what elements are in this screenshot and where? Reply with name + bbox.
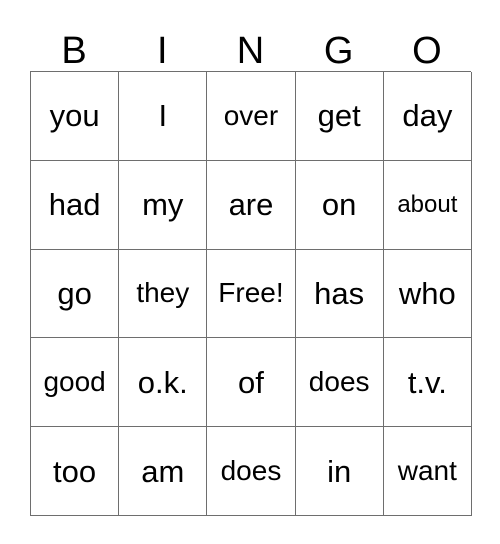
bingo-cell[interactable]: of bbox=[207, 338, 296, 428]
bingo-cell-label: had bbox=[48, 187, 101, 223]
bingo-cell-label: you bbox=[49, 98, 100, 134]
bingo-cell[interactable]: want bbox=[383, 427, 472, 516]
bingo-card: B I N G O you I over get day had my are … bbox=[30, 16, 472, 516]
bingo-cell[interactable]: you bbox=[31, 72, 120, 161]
bingo-cell-label: go bbox=[57, 275, 92, 311]
bingo-cell-label: they bbox=[136, 277, 190, 309]
bingo-row: good o.k. of does t.v. bbox=[31, 338, 472, 428]
bingo-cell[interactable]: they bbox=[119, 249, 208, 339]
bingo-header-letter-b: B bbox=[61, 30, 87, 72]
bingo-cell-label: on bbox=[321, 187, 357, 223]
bingo-header-letter-n: N bbox=[236, 30, 265, 72]
bingo-grid: you I over get day had my are on about g… bbox=[30, 71, 472, 516]
bingo-cell[interactable]: has bbox=[295, 249, 384, 339]
bingo-cell[interactable]: about bbox=[383, 160, 472, 250]
bingo-cell[interactable]: get bbox=[295, 72, 384, 161]
bingo-cell-label: o.k. bbox=[137, 364, 188, 400]
bingo-cell-label: t.v. bbox=[407, 364, 447, 400]
bingo-cell-label: too bbox=[53, 453, 97, 489]
bingo-cell[interactable]: does bbox=[295, 338, 384, 428]
bingo-cell-label: of bbox=[238, 364, 264, 400]
bingo-cell-label: my bbox=[142, 187, 184, 223]
bingo-cell-label: am bbox=[141, 453, 185, 489]
bingo-cell-label: about bbox=[397, 190, 458, 218]
bingo-cell[interactable]: go bbox=[31, 249, 120, 339]
bingo-cell[interactable]: I bbox=[119, 72, 208, 161]
bingo-cell[interactable]: too bbox=[31, 427, 120, 516]
bingo-cell-label: day bbox=[402, 98, 453, 134]
bingo-cell[interactable]: on bbox=[295, 160, 384, 250]
bingo-cell-label: are bbox=[228, 187, 274, 223]
bingo-cell-label: does bbox=[308, 366, 370, 398]
bingo-header-letter-g: G bbox=[323, 30, 354, 72]
bingo-cell-label: I bbox=[158, 98, 168, 134]
bingo-cell[interactable]: in bbox=[295, 427, 384, 516]
bingo-cell[interactable]: had bbox=[31, 160, 120, 250]
bingo-cell-label: good bbox=[43, 366, 106, 398]
bingo-cell[interactable]: my bbox=[119, 160, 208, 250]
bingo-header-letter-i: I bbox=[157, 30, 168, 72]
bingo-cell-label: does bbox=[220, 455, 282, 487]
bingo-cell-label: over bbox=[223, 99, 279, 131]
bingo-cell[interactable]: day bbox=[383, 72, 472, 161]
bingo-cell-free-space[interactable]: Free! bbox=[207, 249, 296, 339]
bingo-cell-label: has bbox=[314, 275, 365, 311]
bingo-cell[interactable]: am bbox=[119, 427, 208, 516]
bingo-cell-label: get bbox=[317, 98, 361, 134]
bingo-header-letter-o: O bbox=[412, 30, 442, 72]
bingo-free-space-label: Free! bbox=[218, 277, 284, 309]
bingo-cell[interactable]: does bbox=[207, 427, 296, 516]
bingo-header-row: B I N G O bbox=[30, 16, 471, 71]
bingo-row: had my are on about bbox=[31, 160, 472, 250]
bingo-cell[interactable]: good bbox=[31, 338, 120, 428]
bingo-cell-label: want bbox=[397, 455, 457, 487]
bingo-cell[interactable]: who bbox=[383, 249, 472, 339]
bingo-cell[interactable]: t.v. bbox=[383, 338, 472, 428]
bingo-cell-label: who bbox=[398, 275, 456, 311]
bingo-row: go they Free! has who bbox=[31, 249, 472, 339]
bingo-cell-label: in bbox=[327, 453, 352, 489]
bingo-cell[interactable]: are bbox=[207, 160, 296, 250]
bingo-row: you I over get day bbox=[31, 72, 472, 161]
bingo-row: too am does in want bbox=[31, 427, 472, 516]
bingo-cell[interactable]: over bbox=[207, 72, 296, 161]
bingo-cell[interactable]: o.k. bbox=[119, 338, 208, 428]
